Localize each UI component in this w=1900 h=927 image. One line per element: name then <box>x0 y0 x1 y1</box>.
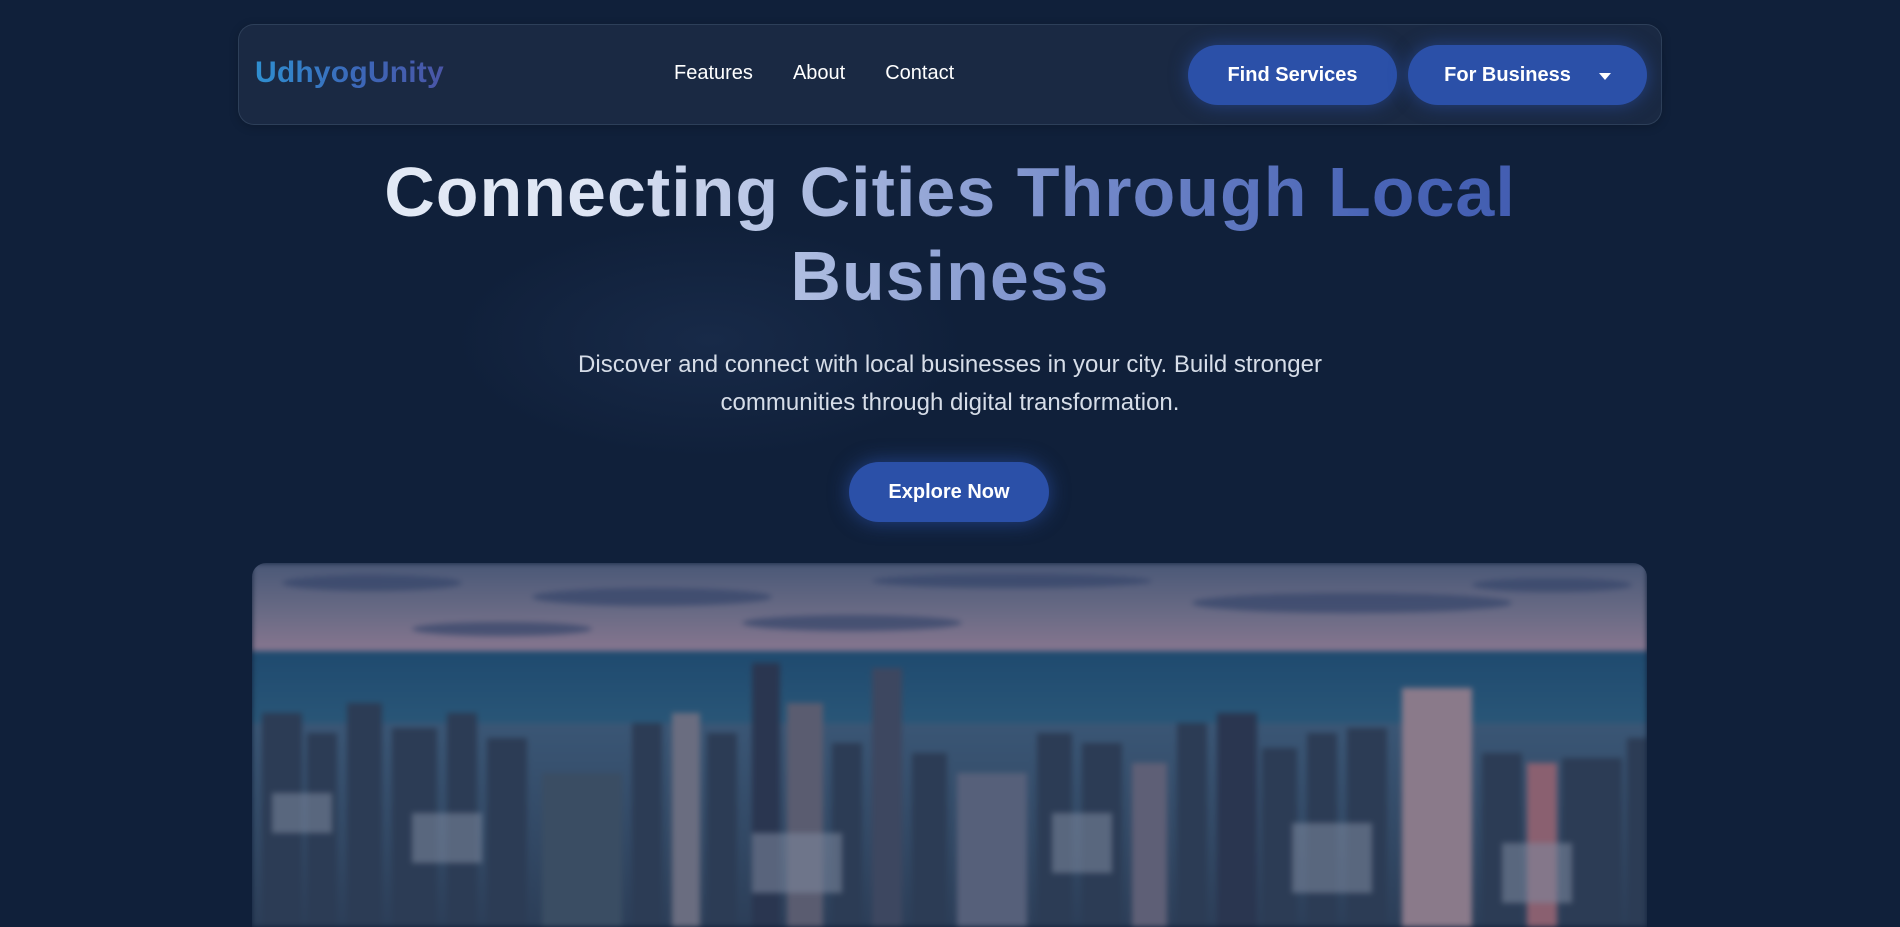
nav-link-about[interactable]: About <box>793 61 845 85</box>
find-services-button[interactable]: Find Services <box>1188 45 1397 105</box>
hero-subtitle-line-1: Discover and connect with local business… <box>578 351 1322 378</box>
city-skyline-illustration <box>252 563 1647 927</box>
hero-title: Connecting Cities Through Local Business <box>300 150 1600 318</box>
hero-title-line-1: Connecting Cities Through Local <box>384 153 1516 231</box>
hero-city-image <box>252 563 1647 927</box>
hero-title-line-2: Business <box>790 237 1110 315</box>
nav-links: Features About Contact <box>674 61 954 85</box>
for-business-button[interactable]: For Business <box>1408 45 1647 105</box>
caret-down-icon <box>1598 72 1611 80</box>
brand-logo[interactable]: UdhyogUnity <box>255 55 444 91</box>
nav-link-contact[interactable]: Contact <box>885 61 954 85</box>
explore-now-button[interactable]: Explore Now <box>849 462 1049 522</box>
navbar: UdhyogUnity Features About Contact Find … <box>238 24 1662 125</box>
find-services-label: Find Services <box>1227 63 1358 86</box>
explore-now-label: Explore Now <box>888 480 1010 503</box>
hero-subtitle: Discover and connect with local business… <box>540 346 1360 422</box>
nav-link-features[interactable]: Features <box>674 61 753 85</box>
hero-subtitle-line-2: communities through digital transformati… <box>720 389 1180 416</box>
for-business-label: For Business <box>1444 63 1571 86</box>
